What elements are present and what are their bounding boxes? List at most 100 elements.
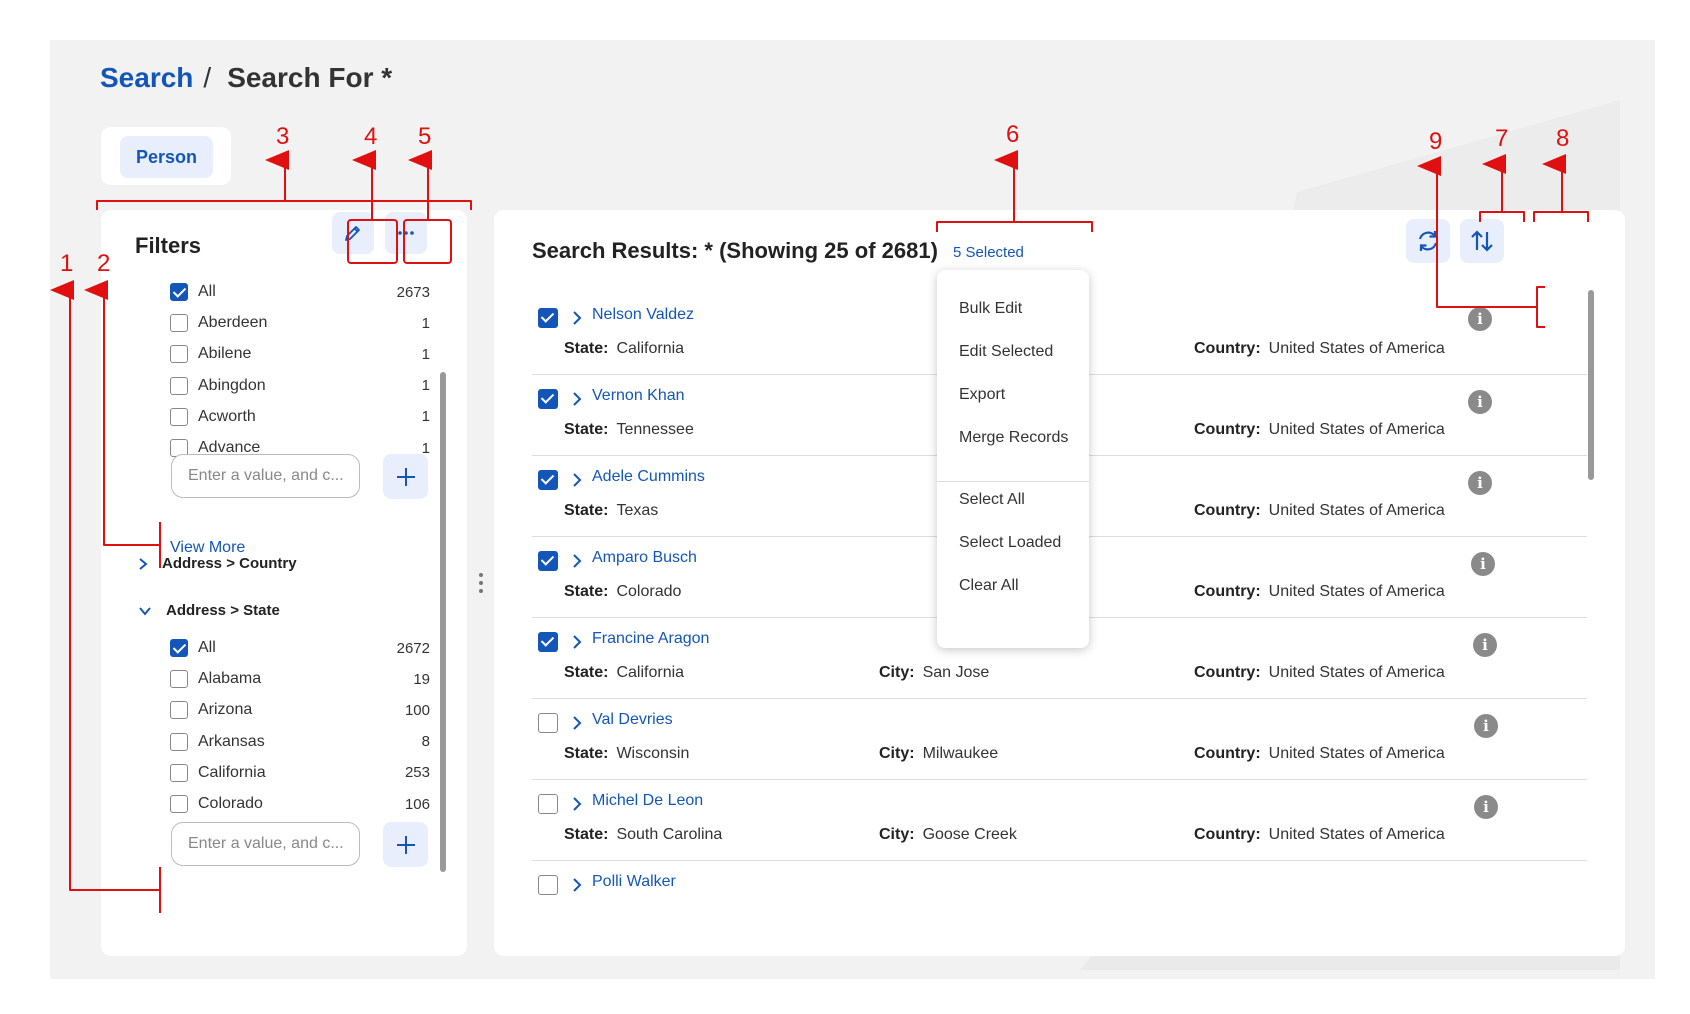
menu-item-select-all[interactable]: Select All [959, 491, 1025, 509]
chevron-right-icon[interactable] [570, 794, 584, 814]
filter-options-button[interactable] [385, 212, 427, 254]
country-value: United States of America [1268, 421, 1445, 438]
row-checkbox[interactable] [538, 470, 558, 490]
info-icon[interactable]: i [1473, 633, 1497, 657]
row-checkbox[interactable] [538, 875, 558, 895]
chevron-down-icon [139, 606, 151, 616]
checkbox[interactable] [170, 314, 188, 333]
result-name-link[interactable]: Michel De Leon [592, 792, 703, 810]
option-count: 106 [404, 795, 430, 813]
city-filter-option[interactable]: Aberdeen 1 [170, 311, 430, 335]
annotation-number: 2 [97, 250, 111, 277]
breadcrumb: Search / Search For * [100, 62, 392, 94]
edit-filters-button[interactable] [332, 212, 374, 254]
result-row: Polli Walker [532, 857, 1587, 942]
country-value: United States of America [1268, 340, 1445, 357]
row-checkbox[interactable] [538, 713, 558, 733]
checkbox[interactable] [170, 670, 188, 689]
state-value: Colorado [616, 583, 682, 600]
city-field: City: Milwaukee [879, 745, 998, 763]
checkbox[interactable] [170, 639, 188, 657]
field-label: State: [564, 502, 609, 519]
chevron-right-icon[interactable] [570, 713, 584, 733]
info-icon[interactable]: i [1474, 714, 1498, 738]
tab-person[interactable]: Person [120, 136, 213, 178]
panel-resize-handle[interactable] [478, 572, 484, 594]
menu-item-select-loaded[interactable]: Select Loaded [959, 534, 1061, 552]
row-checkbox[interactable] [538, 551, 558, 571]
result-name-link[interactable]: Francine Aragon [592, 630, 709, 648]
info-icon[interactable]: i [1468, 390, 1492, 414]
checkbox[interactable] [170, 732, 188, 751]
chevron-right-icon[interactable] [570, 875, 584, 895]
menu-item-bulk-edit[interactable]: Bulk Edit [959, 300, 1022, 318]
row-checkbox[interactable] [538, 389, 558, 409]
info-icon[interactable]: i [1468, 307, 1492, 331]
add-state-filter-button[interactable] [383, 822, 428, 867]
menu-item-edit-selected[interactable]: Edit Selected [959, 343, 1053, 361]
annotation-number: 8 [1556, 125, 1570, 152]
checkbox[interactable] [170, 345, 188, 364]
menu-item-merge-records[interactable]: Merge Records [959, 429, 1068, 447]
info-icon[interactable]: i [1471, 552, 1495, 576]
result-name-link[interactable]: Adele Cummins [592, 468, 705, 486]
checkbox[interactable] [170, 283, 188, 301]
result-name-link[interactable]: Amparo Busch [592, 549, 697, 567]
results-scrollbar[interactable] [1588, 290, 1594, 480]
chevron-right-icon[interactable] [570, 389, 584, 409]
section-address-country[interactable]: Address > Country [138, 555, 297, 572]
checkbox[interactable] [170, 407, 188, 426]
refresh-button[interactable] [1406, 219, 1450, 263]
option-count: 1 [421, 345, 430, 363]
row-checkbox[interactable] [538, 308, 558, 328]
country-field: Country: United States of America [1194, 664, 1445, 682]
section-address-state[interactable]: Address > State [138, 602, 280, 619]
city-filter-input[interactable] [171, 454, 360, 498]
state-field: State: Texas [564, 502, 658, 520]
state-filter-option[interactable]: Arizona 100 [170, 698, 430, 722]
city-filter-option[interactable]: All 2673 [170, 280, 430, 304]
section-label: Address > State [166, 602, 280, 619]
breadcrumb-search-link[interactable]: Search [100, 62, 193, 94]
result-name-link[interactable]: Val Devries [592, 711, 673, 729]
add-city-filter-button[interactable] [383, 454, 428, 499]
option-label: All [198, 283, 216, 300]
checkbox[interactable] [170, 376, 188, 395]
chevron-right-icon[interactable] [570, 308, 584, 328]
chevron-right-icon[interactable] [570, 470, 584, 490]
result-name-link[interactable]: Nelson Valdez [592, 306, 694, 324]
annotation-number: 1 [60, 250, 74, 277]
breadcrumb-current: Search For * [227, 62, 393, 93]
option-count: 253 [404, 764, 430, 782]
city-filter-option[interactable]: Acworth 1 [170, 405, 430, 429]
selected-count-link[interactable]: 5 Selected [953, 244, 1024, 261]
checkbox[interactable] [170, 795, 188, 813]
chevron-right-icon[interactable] [570, 632, 584, 652]
state-filter-option[interactable]: Colorado 106 [170, 792, 430, 816]
chevron-right-icon[interactable] [570, 551, 584, 571]
city-filter-option[interactable]: Abingdon 1 [170, 374, 430, 398]
country-field: Country: United States of America [1194, 502, 1445, 520]
state-filter-input[interactable] [171, 822, 360, 866]
checkbox[interactable] [170, 763, 188, 782]
result-name-link[interactable]: Vernon Khan [592, 387, 685, 405]
state-filter-option[interactable]: Alabama 19 [170, 667, 430, 691]
state-filter-option[interactable]: All 2672 [170, 636, 430, 660]
row-checkbox[interactable] [538, 794, 558, 814]
filters-scrollbar[interactable] [440, 372, 446, 872]
city-filter-option[interactable]: Abilene 1 [170, 342, 430, 366]
sort-button[interactable] [1460, 219, 1504, 263]
checkbox[interactable] [170, 701, 188, 720]
option-count: 8 [421, 733, 430, 751]
option-label: Aberdeen [198, 314, 268, 332]
state-filter-option[interactable]: California 253 [170, 761, 430, 785]
info-icon[interactable]: i [1474, 795, 1498, 819]
menu-item-clear-all[interactable]: Clear All [959, 577, 1019, 595]
state-value: California [616, 340, 685, 357]
state-filter-option[interactable]: Arkansas 8 [170, 730, 430, 754]
sort-icon [1471, 230, 1493, 252]
row-checkbox[interactable] [538, 632, 558, 652]
menu-item-export[interactable]: Export [959, 386, 1005, 404]
result-name-link[interactable]: Polli Walker [592, 873, 676, 891]
info-icon[interactable]: i [1468, 471, 1492, 495]
